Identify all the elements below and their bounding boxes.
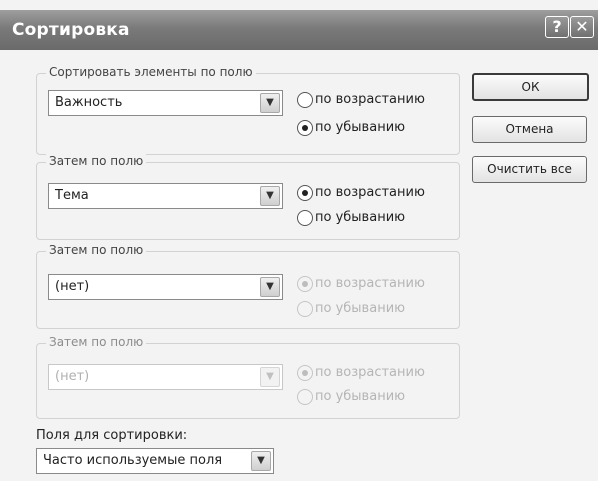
sort-group-4-label: Затем по полю	[46, 335, 147, 349]
sort-1-descending-label: по убыванию	[315, 120, 406, 135]
sort-group-1-label: Сортировать элементы по полю	[46, 65, 256, 79]
chevron-down-icon: ▼	[260, 367, 280, 387]
radio-off-icon	[297, 301, 313, 317]
sort-field-2-dropdown[interactable]: Тема ▼	[48, 183, 283, 209]
chevron-down-icon[interactable]: ▼	[260, 277, 280, 297]
cancel-button[interactable]: Отмена	[472, 116, 587, 143]
sort-field-4-value: (нет)	[55, 369, 90, 384]
radio-on-icon	[297, 365, 313, 381]
sort-field-3-value: (нет)	[55, 279, 90, 294]
window-title: Сортировка	[12, 20, 130, 40]
sort-3-ascending-label: по возрастанию	[315, 276, 425, 291]
sort-field-2-value: Тема	[55, 188, 89, 203]
sort-2-descending-label: по убыванию	[315, 210, 406, 225]
clear-all-button[interactable]: Очистить все	[472, 156, 587, 183]
sort-2-ascending-label: по возрастанию	[315, 185, 425, 200]
ok-button[interactable]: ОК	[472, 73, 589, 101]
radio-off-icon	[297, 92, 313, 108]
radio-on-icon	[297, 120, 313, 136]
sort-group-2: Затем по полю Тема ▼ по возрастанию по у…	[36, 154, 460, 240]
sort-4-ascending-label: по возрастанию	[315, 365, 425, 380]
chevron-down-icon[interactable]: ▼	[251, 451, 271, 471]
sort-3-descending-label: по убыванию	[315, 301, 406, 316]
fields-for-sorting-label: Поля для сортировки:	[36, 428, 188, 443]
sort-field-1-value: Важность	[55, 95, 123, 110]
radio-off-icon	[297, 210, 313, 226]
sort-1-ascending-label: по возрастанию	[315, 92, 425, 107]
chevron-down-icon[interactable]: ▼	[260, 186, 280, 206]
help-button[interactable]: ?	[545, 16, 569, 38]
radio-on-icon	[297, 276, 313, 292]
radio-off-icon	[297, 389, 313, 405]
chevron-down-icon[interactable]: ▼	[260, 93, 280, 113]
sort-group-3: Затем по полю (нет) ▼ по возрастанию по …	[36, 243, 460, 329]
radio-on-icon	[297, 185, 313, 201]
close-button[interactable]: ✕	[570, 16, 594, 38]
sort-group-2-label: Затем по полю	[46, 154, 147, 168]
sort-field-3-dropdown[interactable]: (нет) ▼	[48, 274, 283, 300]
sort-group-4: Затем по полю (нет) ▼ по возрастанию по …	[36, 335, 460, 419]
sort-group-3-label: Затем по полю	[46, 243, 147, 257]
sort-field-1-dropdown[interactable]: Важность ▼	[48, 90, 283, 116]
sort-dialog: Сортировка ? ✕ Сортировать элементы по п…	[0, 0, 598, 481]
sort-4-descending-label: по убыванию	[315, 389, 406, 404]
fields-for-sorting-dropdown[interactable]: Часто используемые поля ▼	[36, 448, 274, 474]
sort-group-1: Сортировать элементы по полю Важность ▼ …	[36, 65, 460, 155]
sort-field-4-dropdown: (нет) ▼	[48, 364, 283, 390]
fields-for-sorting-value: Часто используемые поля	[43, 453, 223, 468]
